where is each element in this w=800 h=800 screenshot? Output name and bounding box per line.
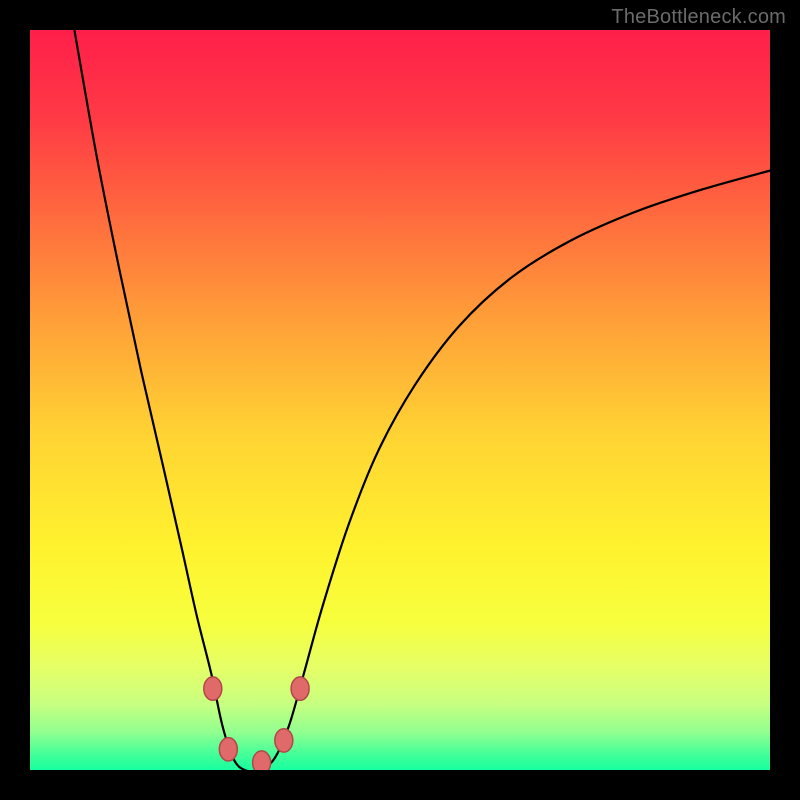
watermark-text: TheBottleneck.com xyxy=(611,6,786,29)
plot-area xyxy=(30,30,770,770)
curve-marker xyxy=(253,751,271,770)
curve-markers xyxy=(30,30,770,770)
chart-frame: TheBottleneck.com xyxy=(0,0,800,800)
curve-marker xyxy=(291,677,309,700)
curve-marker xyxy=(204,677,222,700)
curve-marker xyxy=(275,729,293,752)
curve-marker xyxy=(219,738,237,761)
